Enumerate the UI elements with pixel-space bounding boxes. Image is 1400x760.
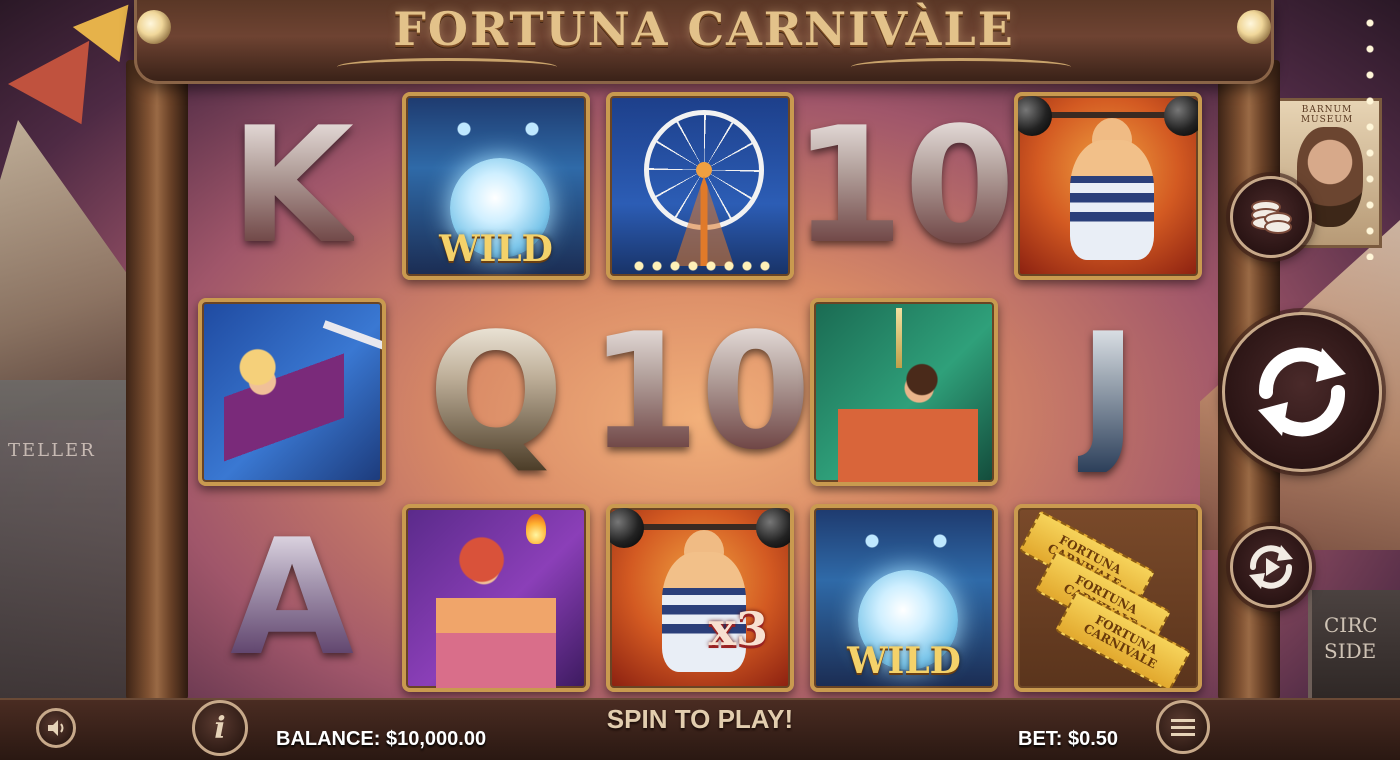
fire-performer-tile (402, 504, 590, 692)
ferris-wheel-lights (630, 260, 778, 272)
letter-q-symbol: Q (427, 298, 564, 485)
fortune-teller-wagon: TELLER (0, 380, 140, 710)
symbol-j: J (1010, 294, 1206, 490)
balance-display: BALANCE: $10,000.00 (276, 728, 487, 750)
barbell-weight-icon (1164, 96, 1198, 136)
symbol-10: 10 (589, 294, 812, 490)
aerialist-tile (198, 298, 386, 486)
coins-stack-icon (1251, 200, 1292, 234)
symbol-fire-performer (398, 500, 594, 696)
symbol-wild: WILD (806, 500, 1002, 696)
fortune-teller-eyes (854, 530, 958, 552)
fortune-teller-eyes (446, 118, 550, 140)
reel-grid: K A WILD Q 10 x3 10 WILD J FORTUNA FORTU… (188, 84, 1218, 696)
ferris-wheel-hub (696, 162, 712, 178)
flame-icon (526, 514, 546, 544)
strongman-tile: x3 (606, 504, 794, 692)
sword-swallower-tile (810, 298, 998, 486)
fortune-teller-wild-tile: WILD (810, 504, 998, 692)
strongman-tile (1014, 92, 1202, 280)
barbell-weight-icon (610, 508, 644, 548)
symbol-strongman (1010, 88, 1206, 284)
symbol-a: A (194, 500, 390, 696)
frame-post-left (126, 60, 188, 700)
wagon-sign: TELLER (8, 440, 96, 461)
spin-button[interactable] (1222, 312, 1382, 472)
title-swirl-right (851, 58, 1071, 76)
hamburger-menu-icon (1171, 719, 1195, 736)
symbol-sword-swallower (806, 294, 1002, 490)
string-lights (1360, 10, 1380, 260)
symbol-aerialist (194, 294, 390, 490)
bet-display: BET: $0.50 (1018, 728, 1119, 750)
autoplay-button[interactable] (1230, 526, 1312, 608)
fortune-teller-wild-tile: WILD (402, 92, 590, 280)
fire-performer-figure (436, 534, 556, 688)
letter-k-symbol: K (230, 92, 354, 279)
symbol-tickets: FORTUNA CARNIVALE FORTUNA CARNIVALE FORT… (1010, 500, 1206, 696)
strongman-body (1070, 140, 1154, 260)
side-show-sign: CIRC SIDE (1308, 590, 1400, 710)
multiplier-label: x3 (708, 602, 768, 656)
letter-j-symbol: J (1078, 298, 1138, 485)
bet-coins-button[interactable] (1230, 176, 1312, 258)
symbol-q: Q (398, 294, 594, 490)
autoplay-icon (1249, 545, 1293, 589)
letter-a-symbol: A (230, 504, 354, 691)
title-marquee: FORTUNA CARNIVÀLE (134, 0, 1274, 84)
number-10-symbol: 10 (588, 298, 812, 485)
ferris-wheel-tile (606, 92, 794, 280)
wild-label: WILD (439, 228, 553, 270)
title-swirl-left (337, 58, 557, 76)
wild-label: WILD (847, 640, 961, 682)
tickets-tile: FORTUNA CARNIVALE FORTUNA CARNIVALE FORT… (1014, 504, 1202, 692)
refresh-arrows-icon (1258, 347, 1346, 437)
side-show-sign-text: CIRC SIDE (1324, 613, 1378, 663)
number-10-symbol: 10 (792, 92, 1016, 279)
symbol-wild: WILD (398, 88, 594, 284)
game-title: FORTUNA CARNIVÀLE (393, 2, 1015, 56)
barbell-weight-icon (756, 508, 790, 548)
barbell-weight-icon (1018, 96, 1052, 136)
sword-icon (896, 308, 902, 368)
symbol-10: 10 (793, 88, 1016, 284)
symbol-strongman-x3: x3 (602, 500, 798, 696)
menu-button[interactable] (1156, 700, 1210, 754)
symbol-k: K (194, 88, 390, 284)
sword-swallower-figure (838, 346, 978, 482)
symbol-ferris-wheel (602, 88, 798, 284)
aerialist-figure (224, 342, 344, 482)
